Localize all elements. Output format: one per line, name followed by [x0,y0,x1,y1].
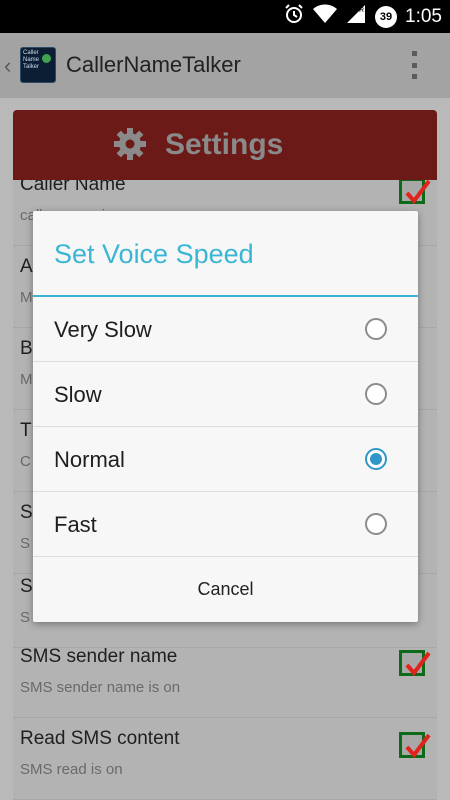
settings-header: Settings [13,110,437,180]
battery-icon: 39 [375,5,398,28]
list-item-summary: SMS sender name is on [20,679,181,696]
list-item-summary: S [20,609,31,626]
dialog-title: Set Voice Speed [54,239,254,269]
list-item-title: S [20,502,33,523]
list-item-title: T [20,420,32,441]
list-item-title: B [20,338,33,359]
overflow-menu-icon[interactable] [412,51,418,79]
list-item[interactable]: SMS sender name SMS sender name is on [13,636,437,718]
phone-icon [42,54,51,63]
svg-text:R: R [359,7,364,14]
gear-icon [113,127,147,161]
list-item-summary: M [20,289,33,306]
radio-button-selected[interactable] [365,448,387,470]
list-item-title: S [20,576,33,597]
status-bar: R 39 1:05 [0,0,450,33]
radio-button[interactable] [365,513,387,535]
wifi-icon [313,4,338,29]
list-item[interactable]: Read SMS content SMS read is on [13,718,437,800]
status-time: 1:05 [405,5,442,27]
cancel-button[interactable]: Cancel [33,557,418,622]
status-icons: R 39 1:05 [283,0,442,33]
option-label: Very Slow [54,317,152,342]
option-slow[interactable]: Slow [33,362,418,427]
action-bar: ‹ Caller Name Talker CallerNameTalker [0,33,450,98]
checkbox[interactable] [399,650,431,677]
checkbox[interactable] [399,732,431,759]
list-item-summary: S [20,535,31,552]
option-very-slow[interactable]: Very Slow [33,297,418,362]
option-normal[interactable]: Normal [33,427,418,492]
voice-speed-dialog: Set Voice Speed Very Slow Slow Normal Fa… [33,211,418,622]
list-item-title: A [20,256,33,277]
app-icon[interactable]: Caller Name Talker [20,47,56,83]
list-item-title: Read SMS content [20,728,180,749]
alarm-icon [283,3,305,30]
back-caret-icon[interactable]: ‹ [4,53,11,79]
option-fast[interactable]: Fast [33,492,418,557]
list-item-summary: C [20,453,31,470]
checkbox[interactable] [399,178,431,205]
signal-icon: R [345,4,367,29]
settings-title: Settings [165,128,284,161]
radio-button[interactable] [365,318,387,340]
list-item-title: SMS sender name [20,646,178,667]
option-label: Slow [54,382,102,407]
option-label: Fast [54,512,97,537]
list-item-summary: SMS read is on [20,761,123,778]
app-title: CallerNameTalker [66,52,241,77]
list-item-summary: M [20,371,33,388]
option-label: Normal [54,447,125,472]
radio-button[interactable] [365,383,387,405]
